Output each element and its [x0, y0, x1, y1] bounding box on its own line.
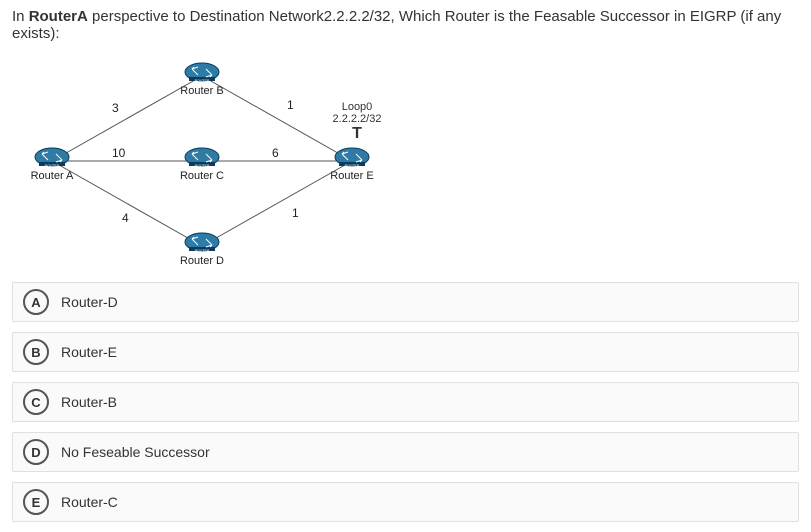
option-e[interactable]: E Router-C [12, 482, 799, 522]
node-router-b: ROUTER Router B [179, 61, 225, 97]
router-icon: ROUTER [184, 146, 220, 168]
loop-connector: T [327, 125, 387, 143]
option-letter: A [23, 289, 49, 315]
node-router-d: ROUTER Router D [179, 231, 225, 267]
node-router-a: ROUTER Router A [29, 146, 75, 182]
svg-text:ROUTER: ROUTER [195, 79, 210, 83]
topology-diagram: ROUTER Router A ROUTER Router B ROUTER R… [12, 46, 432, 276]
router-icon: ROUTER [334, 146, 370, 168]
option-text: Router-C [61, 494, 118, 510]
option-letter: C [23, 389, 49, 415]
label-router-d: Router D [179, 255, 225, 267]
option-letter: B [23, 339, 49, 365]
option-a[interactable]: A Router-D [12, 282, 799, 322]
node-router-e: ROUTER Router E [329, 146, 375, 182]
answer-options: A Router-D B Router-E C Router-B D No Fe… [12, 282, 799, 522]
node-router-c: ROUTER Router C [179, 146, 225, 182]
label-router-b: Router B [179, 85, 225, 97]
router-icon: ROUTER [184, 231, 220, 253]
label-router-e: Router E [329, 170, 375, 182]
option-letter: E [23, 489, 49, 515]
svg-text:ROUTER: ROUTER [45, 164, 60, 168]
option-text: Router-B [61, 394, 117, 410]
question-prefix: In [12, 8, 29, 25]
router-icon: ROUTER [34, 146, 70, 168]
edge-cost-ac: 10 [112, 146, 125, 160]
svg-text:ROUTER: ROUTER [195, 249, 210, 253]
edge-cost-be: 1 [287, 98, 294, 112]
option-text: Router-E [61, 344, 117, 360]
svg-text:ROUTER: ROUTER [345, 164, 360, 168]
loopback-label: Loop0 2.2.2.2/32 T [327, 101, 387, 143]
router-icon: ROUTER [184, 61, 220, 83]
option-d[interactable]: D No Feseable Successor [12, 432, 799, 472]
edge-cost-ab: 3 [112, 101, 119, 115]
option-text: Router-D [61, 294, 118, 310]
option-letter: D [23, 439, 49, 465]
option-text: No Feseable Successor [61, 444, 210, 460]
label-router-c: Router C [179, 170, 225, 182]
edge-cost-ad: 4 [122, 211, 129, 225]
loop-network: 2.2.2.2/32 [333, 113, 382, 125]
loop-name: Loop0 [342, 101, 373, 113]
question-suffix: perspective to Destination Network2.2.2.… [12, 8, 781, 42]
option-c[interactable]: C Router-B [12, 382, 799, 422]
edge-cost-de: 1 [292, 206, 299, 220]
edge-cost-ce: 6 [272, 146, 279, 160]
question-text: In RouterA perspective to Destination Ne… [0, 0, 811, 46]
svg-text:ROUTER: ROUTER [195, 164, 210, 168]
question-bold: RouterA [29, 8, 88, 25]
label-router-a: Router A [29, 170, 75, 182]
option-b[interactable]: B Router-E [12, 332, 799, 372]
